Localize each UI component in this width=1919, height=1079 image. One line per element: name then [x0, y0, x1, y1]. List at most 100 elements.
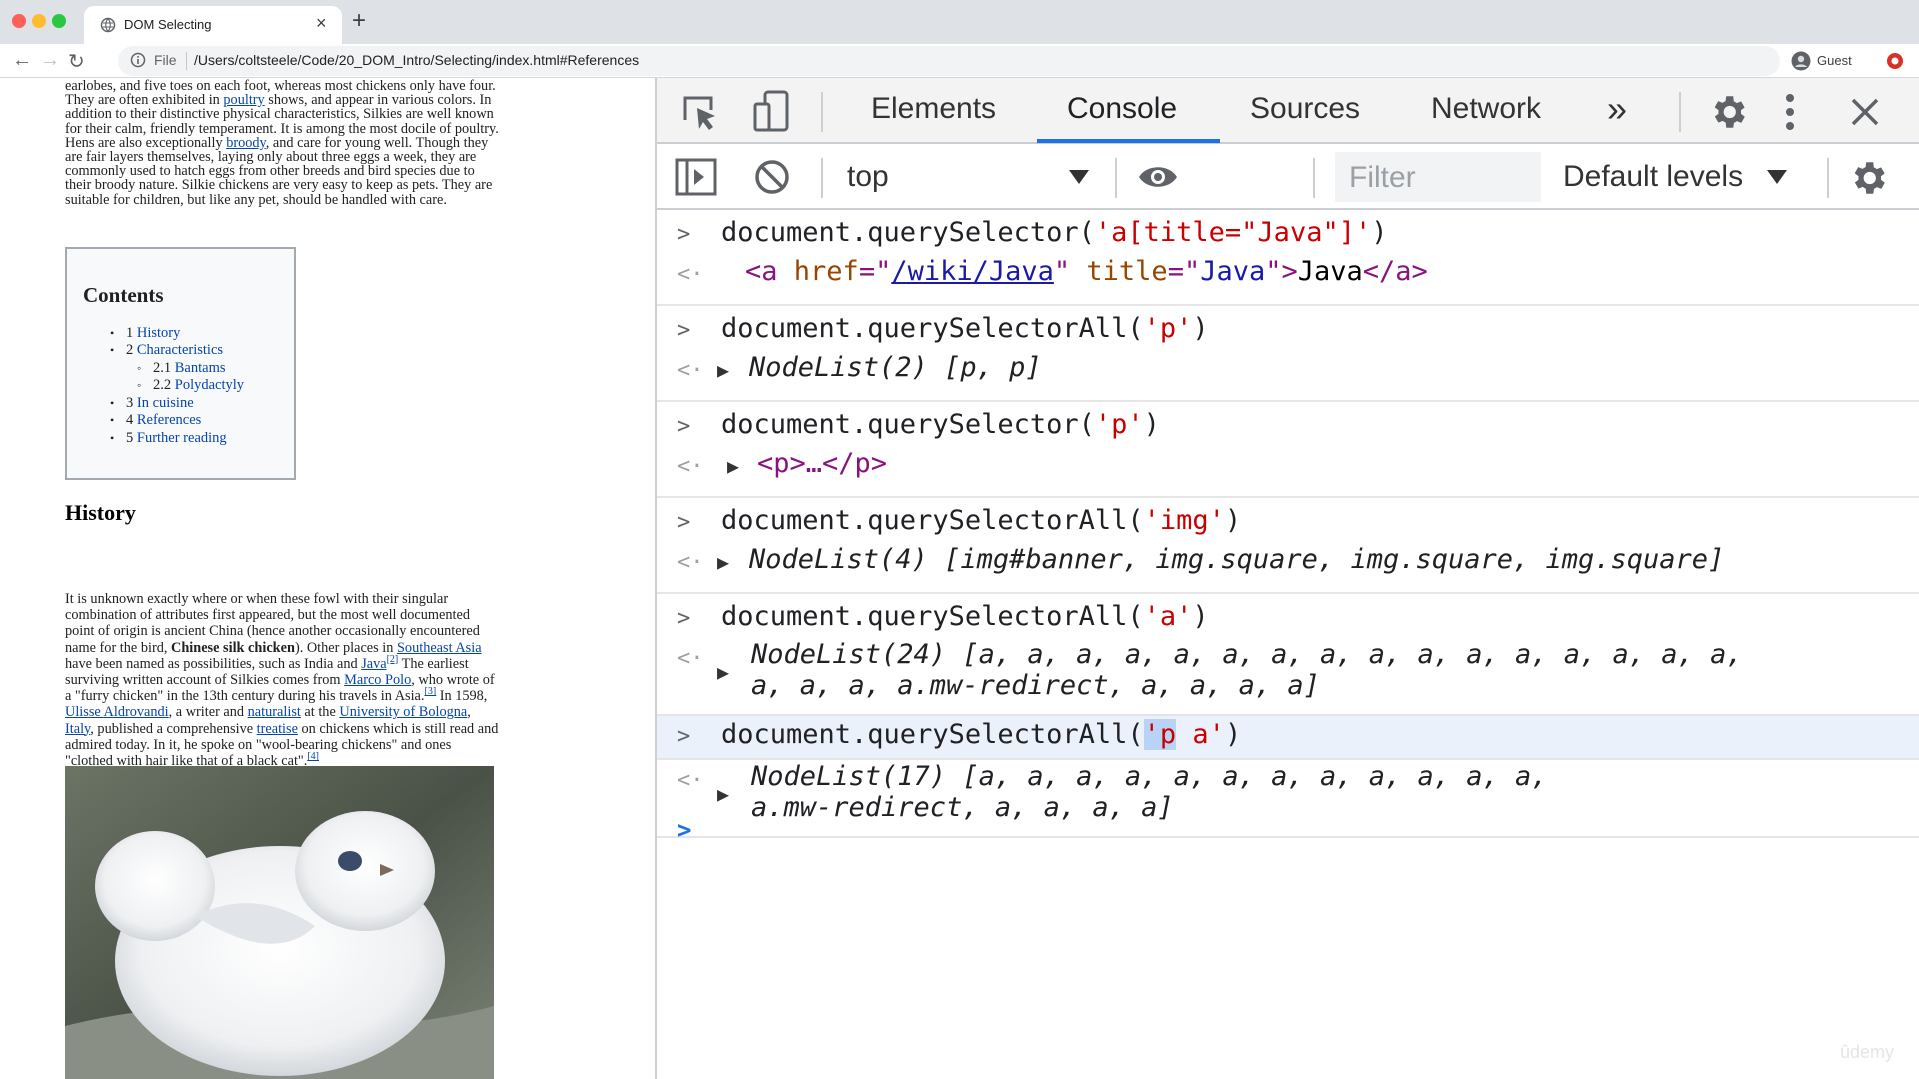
console-result-line-1[interactable]: NodeList(17) [a, a, a, a, a, a, a, a, a,…: [751, 761, 1548, 792]
console-command[interactable]: document.querySelectorAll('a'): [721, 601, 1209, 632]
citation-link[interactable]: [3]: [424, 686, 436, 697]
contents-heading: Contents: [83, 283, 164, 307]
silkie-chicken-image: [65, 766, 494, 1079]
profile-button[interactable]: Guest: [1785, 48, 1885, 74]
chevron-down-icon[interactable]: [1069, 170, 1089, 184]
tab-network[interactable]: Network: [1431, 92, 1541, 126]
toc-item[interactable]: ◦ 2.1 Bantams: [137, 360, 226, 377]
web-page: earlobes, and five toes on each foot, wh…: [0, 78, 655, 1079]
paragraph-line: Ulisse Aldrovandi, a writer and naturali…: [65, 704, 471, 721]
settings-icon[interactable]: [1707, 91, 1749, 133]
toc-link[interactable]: Further reading: [137, 430, 227, 446]
device-toggle-icon[interactable]: [751, 90, 791, 134]
filter-placeholder: Filter: [1349, 161, 1416, 194]
browser-tab[interactable]: DOM Selecting ×: [84, 6, 342, 44]
url-scheme: File: [154, 52, 177, 68]
wiki-link[interactable]: naturalist: [248, 704, 301, 720]
more-tabs-icon[interactable]: »: [1607, 88, 1627, 130]
log-levels-dropdown[interactable]: Default levels: [1563, 160, 1743, 194]
return-arrow-icon: <·: [677, 768, 704, 793]
expand-triangle-icon[interactable]: ▶: [727, 454, 739, 478]
console-input-prompt[interactable]: >: [677, 816, 691, 844]
toc-item[interactable]: ◦ 2.2 Polydactyly: [137, 377, 244, 394]
console-result-element[interactable]: <a href="/wiki/Java" title="Java">Java</…: [745, 256, 1428, 287]
console-command[interactable]: document.querySelector('a[title="Java"]'…: [721, 217, 1387, 248]
filter-input[interactable]: Filter: [1335, 152, 1541, 202]
toc-link[interactable]: History: [137, 325, 181, 341]
close-icon[interactable]: [1849, 96, 1881, 128]
paragraph-line: admired today. In it, he spoke on "wool-…: [65, 736, 452, 753]
eye-icon[interactable]: [1137, 162, 1179, 192]
console-result-line-2[interactable]: a.mw-redirect, a, a, a, a]: [751, 792, 1174, 823]
toc-link[interactable]: Bantams: [175, 360, 226, 376]
context-selector[interactable]: top: [847, 160, 889, 194]
tab-close-icon[interactable]: ×: [316, 13, 327, 34]
console-result-line-1[interactable]: NodeList(24) [a, a, a, a, a, a, a, a, a,…: [751, 639, 1743, 670]
citation-link[interactable]: [2]: [387, 654, 399, 665]
info-icon[interactable]: [130, 52, 146, 68]
tab-elements[interactable]: Elements: [871, 92, 996, 126]
url-text[interactable]: /Users/coltsteele/Code/20_DOM_Intro/Sele…: [194, 52, 639, 68]
toc-link[interactable]: In cuisine: [137, 395, 194, 411]
console-command[interactable]: document.querySelectorAll('img'): [721, 505, 1241, 536]
toc-link[interactable]: References: [137, 412, 201, 428]
console-settings-icon[interactable]: [1847, 157, 1889, 199]
wiki-link[interactable]: University of Bologna: [339, 704, 467, 720]
toc-item[interactable]: • 2 Characteristics: [110, 342, 223, 359]
console-command[interactable]: document.querySelectorAll('p'): [721, 313, 1209, 344]
toolbar-divider: [1313, 158, 1315, 198]
bullet-icon: •: [110, 343, 115, 357]
toc-item[interactable]: • 3 In cuisine: [110, 395, 194, 412]
toc-link[interactable]: Characteristics: [137, 342, 223, 358]
expand-triangle-icon[interactable]: ▶: [717, 550, 729, 574]
address-bar[interactable]: File /Users/coltsteele/Code/20_DOM_Intro…: [118, 46, 1780, 76]
tab-console[interactable]: Console: [1067, 92, 1177, 126]
wiki-link[interactable]: Marco Polo: [344, 672, 411, 688]
wiki-link[interactable]: Italy: [65, 721, 90, 737]
paragraph-line: It is unknown exactly where or when thes…: [65, 591, 449, 607]
record-icon[interactable]: [1885, 51, 1905, 71]
devtools-tab-bar: Elements Console Sources Network »: [657, 78, 1919, 144]
wiki-link[interactable]: Java: [361, 656, 386, 672]
citation-link[interactable]: [4]: [307, 751, 319, 762]
window-zoom-button[interactable]: [52, 14, 66, 28]
console-result[interactable]: NodeList(4) [img#banner, img.square, img…: [749, 544, 1724, 575]
input-prompt-icon: >: [677, 414, 691, 439]
clear-console-icon[interactable]: [753, 158, 791, 196]
forward-arrow-icon[interactable]: →: [40, 49, 60, 72]
wiki-link[interactable]: Southeast Asia: [397, 640, 482, 656]
kebab-menu-icon[interactable]: [1783, 92, 1797, 132]
expand-triangle-icon[interactable]: ▶: [717, 358, 729, 382]
chevron-down-icon[interactable]: [1767, 170, 1787, 184]
wiki-link[interactable]: Ulisse Aldrovandi: [65, 704, 169, 720]
toc-item[interactable]: • 5 Further reading: [110, 430, 227, 447]
sidebar-toggle-icon[interactable]: [675, 158, 717, 196]
toolbar-divider: [1827, 158, 1829, 198]
paragraph-line: suitable for children, but like any pet,…: [65, 191, 447, 208]
window-minimize-button[interactable]: [32, 14, 46, 28]
return-arrow-icon: <·: [677, 646, 704, 671]
console-result-line-2[interactable]: a, a, a, a.mw-redirect, a, a, a, a]: [751, 670, 1320, 701]
toc-item[interactable]: • 4 References: [110, 412, 201, 429]
url-divider: [186, 52, 187, 70]
tab-sources[interactable]: Sources: [1250, 92, 1360, 126]
input-prompt-icon: >: [677, 606, 691, 631]
new-tab-button[interactable]: +: [352, 7, 366, 35]
toc-link[interactable]: Polydactyly: [175, 377, 244, 393]
console-result-element[interactable]: <p>…</p>: [757, 448, 887, 479]
console-result[interactable]: NodeList(2) [p, p]: [749, 352, 1042, 383]
reload-icon[interactable]: ↻: [68, 49, 85, 74]
back-arrow-icon[interactable]: ←: [12, 49, 32, 72]
expand-triangle-icon[interactable]: ▶: [717, 782, 729, 806]
window-close-button[interactable]: [12, 14, 26, 28]
table-of-contents: Contents • 1 History • 2 Characteristics ◦ 2.…: [65, 247, 296, 480]
toolbar-divider: [821, 92, 823, 132]
return-arrow-icon: <·: [677, 358, 704, 383]
console-command[interactable]: document.querySelector('p'): [721, 409, 1160, 440]
wiki-link[interactable]: treatise: [257, 721, 298, 737]
input-prompt-icon: >: [677, 318, 691, 343]
inspect-icon[interactable]: [679, 92, 719, 132]
console-command[interactable]: document.querySelectorAll('p a'): [721, 719, 1241, 750]
toc-item[interactable]: • 1 History: [110, 325, 181, 342]
expand-triangle-icon[interactable]: ▶: [717, 660, 729, 684]
